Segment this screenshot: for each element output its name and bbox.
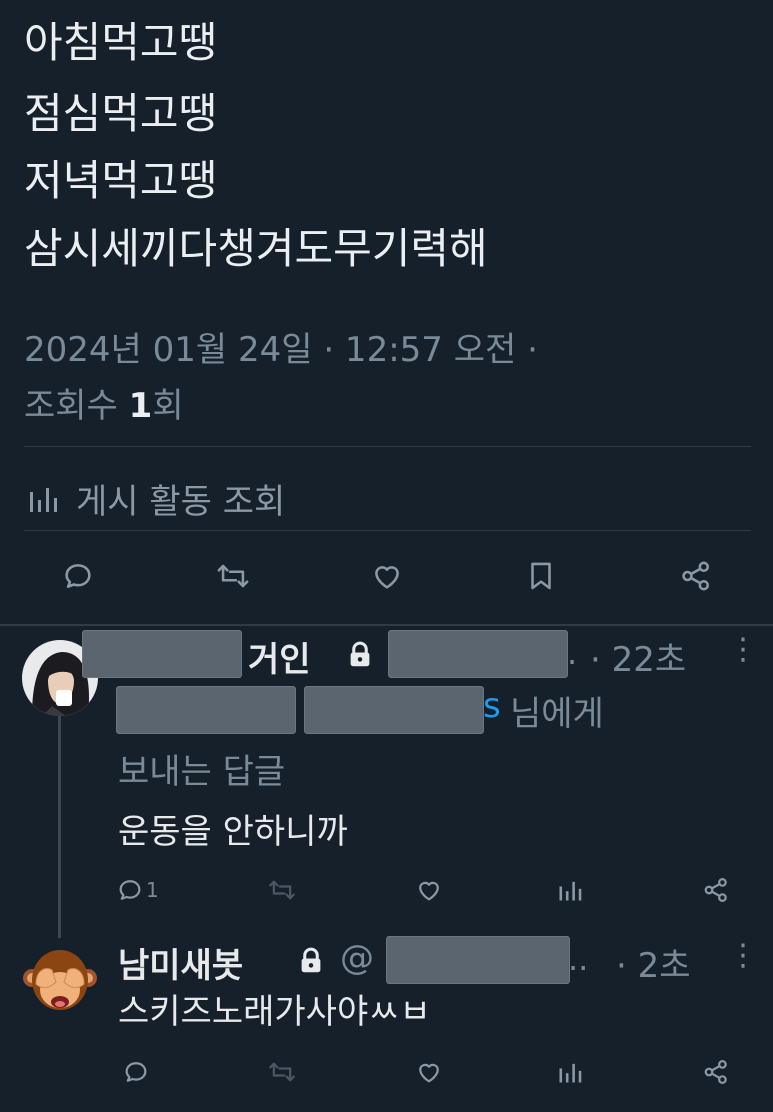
tweet-timestamp[interactable]: 2024년 01월 24일 · 12:57 오전 · (24, 322, 538, 371)
reply-author-name[interactable]: 남미새봇 (118, 938, 243, 987)
see-no-evil-monkey-icon (23, 950, 97, 1010)
replying-to-line2: 보내는 답글 (118, 752, 286, 792)
reply-button[interactable]: 1 (116, 870, 176, 910)
like-icon (419, 1063, 439, 1083)
divider (24, 446, 751, 447)
like-button[interactable] (409, 870, 449, 910)
replying-to-suffix: 님에게 (510, 694, 604, 734)
reply-text: 운동을 안하니까 (118, 812, 348, 852)
tweet-text-line-4: 삼시세끼다챙겨도무기력해 (24, 224, 488, 273)
tweet-text-line-3: 저녁먹고땡 (24, 156, 218, 205)
redacted-mention (116, 686, 296, 734)
share-button[interactable] (696, 1052, 736, 1092)
tweet-text-line-1: 아침먹고땡 (24, 18, 218, 67)
retweet-icon (269, 880, 295, 900)
reply-icon (125, 1062, 147, 1082)
like-icon (375, 566, 399, 589)
analytics-icon (559, 881, 582, 901)
lock-icon (350, 641, 370, 667)
retweet-icon (269, 1062, 295, 1082)
reply-author-name[interactable]: 거인 (248, 632, 311, 681)
retweet-button[interactable] (209, 552, 257, 600)
like-button[interactable] (409, 1052, 449, 1092)
more-icon[interactable]: ⋮ (728, 632, 758, 667)
post-activity-link[interactable]: 게시 활동 조회 (28, 474, 285, 523)
bookmark-icon (531, 562, 551, 590)
retweet-button[interactable] (262, 870, 302, 910)
handle-tail: . (567, 634, 578, 672)
reply-time[interactable]: · 2초 (616, 938, 691, 987)
retweet-button[interactable] (262, 1052, 302, 1092)
bookmark-button[interactable] (517, 552, 565, 600)
retweet-icon (217, 564, 249, 588)
reply-text: 스키즈노래가사야ㅆㅂ (118, 992, 431, 1032)
analytics-button[interactable] (550, 1052, 590, 1092)
tweet-views: 조회수 1회 (24, 378, 184, 427)
views-count: 1 (128, 386, 153, 426)
mention-tail[interactable]: s (483, 686, 501, 726)
analytics-icon (559, 1063, 582, 1083)
tweet-text-line-2: 점심먹고땡 (24, 89, 218, 138)
reply-time[interactable]: · 22초 (590, 632, 686, 681)
redacted-name (82, 630, 242, 678)
analytics-button[interactable] (550, 870, 590, 910)
reply-icon (65, 564, 91, 588)
share-icon (682, 561, 710, 591)
redacted-handle (388, 630, 568, 678)
share-button[interactable] (696, 870, 736, 910)
share-icon (704, 878, 727, 902)
analytics-icon (30, 487, 57, 512)
divider (24, 530, 751, 531)
divider (0, 624, 773, 626)
share-button[interactable] (672, 552, 720, 600)
lock-icon (301, 947, 321, 973)
views-suffix: 회 (152, 386, 184, 426)
redacted-mention (304, 686, 484, 734)
reply-icon (119, 880, 141, 900)
reply-button[interactable] (116, 1052, 156, 1092)
reply-button[interactable] (54, 552, 102, 600)
share-icon (704, 1060, 727, 1084)
thread-line (58, 716, 61, 938)
redacted-handle (386, 936, 570, 984)
like-icon (419, 881, 439, 901)
reply-count: 1 (146, 878, 159, 902)
handle-tail: .. (568, 940, 589, 978)
avatar[interactable] (20, 940, 100, 1020)
more-icon[interactable]: ⋮ (728, 938, 758, 973)
like-button[interactable] (363, 552, 411, 600)
views-prefix: 조회수 (24, 386, 118, 426)
post-activity-label: 게시 활동 조회 (76, 482, 286, 522)
handle-prefix: @ (340, 938, 374, 978)
